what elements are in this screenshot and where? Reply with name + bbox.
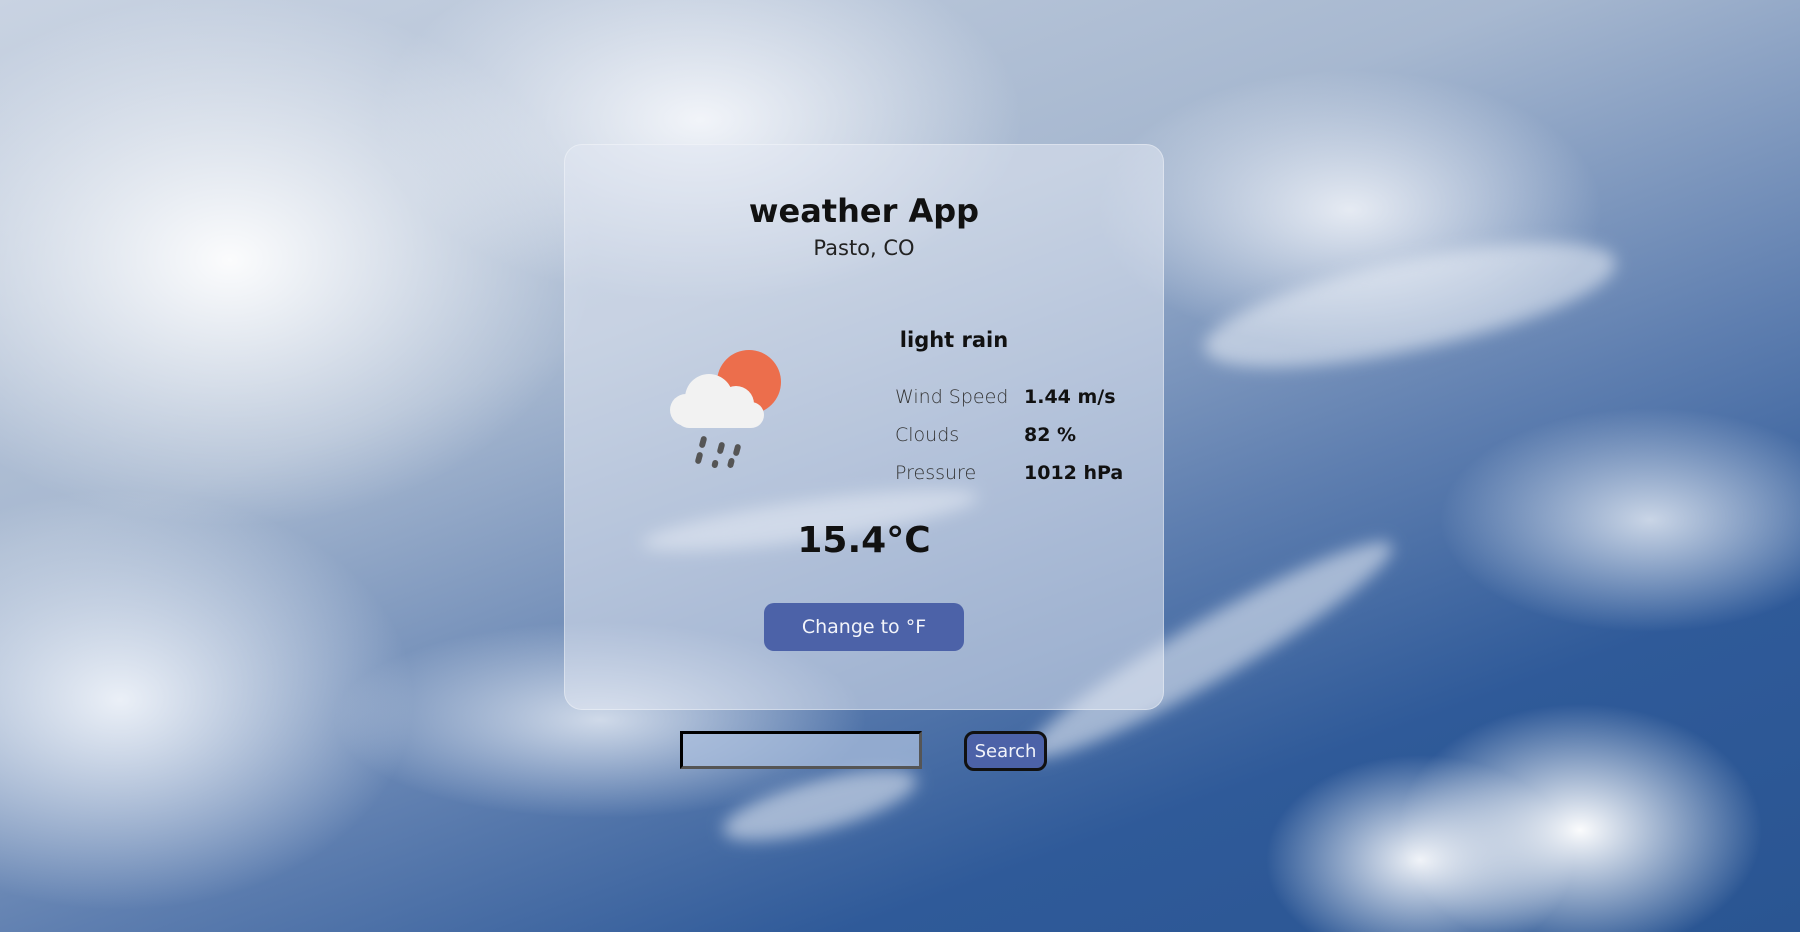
stat-label: Pressure — [895, 462, 977, 484]
rain-drops — [695, 436, 741, 468]
search-button[interactable]: Search — [964, 731, 1047, 771]
stat-value: 1.44 m/s — [1024, 386, 1116, 408]
stat-row-wind-speed: Wind Speed 1.44 m/s — [895, 378, 1135, 416]
temperature-value: 15.4°C — [797, 520, 931, 561]
cloud-streak — [716, 754, 924, 856]
weather-description: light rain — [899, 328, 1009, 352]
stat-value: 82 % — [1024, 424, 1077, 446]
change-unit-button[interactable]: Change to °F — [764, 603, 964, 651]
stat-label: Clouds — [895, 424, 960, 446]
search-input[interactable] — [680, 731, 922, 769]
app-title: weather App — [748, 192, 980, 230]
cloud-streak — [1195, 217, 1625, 393]
stat-value: 1012 hPa — [1024, 462, 1124, 484]
stat-label: Wind Speed — [895, 386, 1009, 408]
stat-row-clouds: Clouds 82 % — [895, 416, 1135, 454]
stat-row-pressure: Pressure 1012 hPa — [895, 454, 1135, 492]
sun-behind-rain-cloud-icon — [670, 350, 781, 468]
weather-stats: Wind Speed 1.44 m/s Clouds 82 % Pressure… — [895, 378, 1135, 492]
weather-card: weather App Pasto, CO light rain Wind Sp… — [564, 144, 1164, 710]
location-label: Pasto, CO — [813, 236, 915, 260]
